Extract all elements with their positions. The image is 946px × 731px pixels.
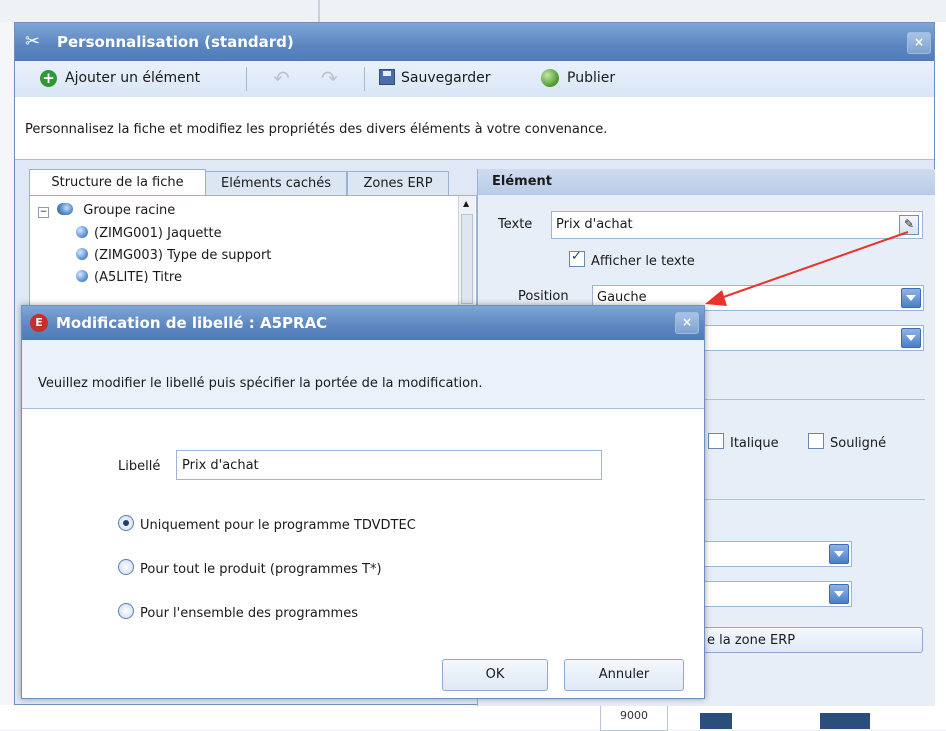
error-badge-icon: E: [30, 314, 48, 332]
dialog-body: Libellé Prix d'achat Uniquement pour le …: [22, 409, 704, 698]
dialog-title: Modification de libellé : A5PRAC: [56, 314, 328, 332]
label-edit-dialog: E Modification de libellé : A5PRAC × Veu…: [21, 305, 705, 699]
dialog-instruction-band: Veuillez modifier le libellé puis spécif…: [22, 340, 704, 409]
radio-option-all[interactable]: Pour l'ensemble des programmes: [118, 603, 358, 621]
radio-icon: [118, 603, 134, 619]
arrow-head: [705, 290, 727, 306]
dialog-instruction: Veuillez modifier le libellé puis spécif…: [38, 376, 483, 391]
radio-selected-icon: [118, 515, 134, 531]
radio-icon: [118, 559, 134, 575]
libelle-label: Libellé: [118, 459, 161, 474]
cancel-button[interactable]: Annuler: [564, 659, 684, 691]
dialog-close-button[interactable]: ×: [675, 312, 699, 334]
radio-option-product[interactable]: Pour tout le produit (programmes T*): [118, 559, 382, 577]
ok-button[interactable]: OK: [442, 659, 548, 691]
dialog-titlebar[interactable]: E Modification de libellé : A5PRAC ×: [22, 306, 704, 340]
arrow-line: [714, 231, 909, 301]
libelle-input[interactable]: Prix d'achat: [176, 450, 602, 480]
radio-option-program[interactable]: Uniquement pour le programme TDVDTEC: [118, 515, 416, 533]
